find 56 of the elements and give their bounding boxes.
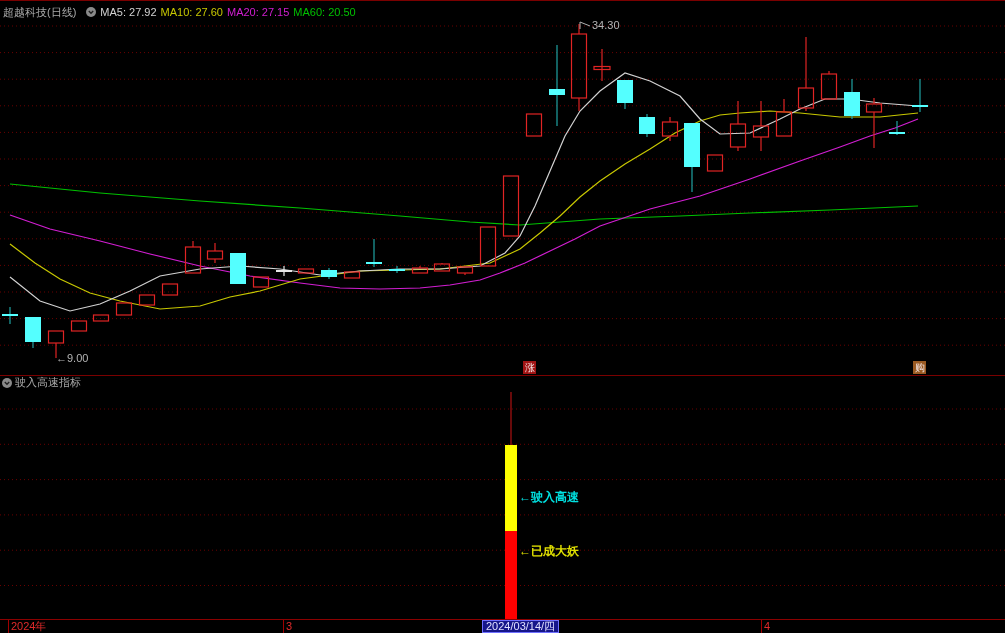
- moving-average-value: MA5: 27.92: [100, 5, 157, 19]
- candlestick: [115, 302, 133, 316]
- axis-date-label: 3: [283, 620, 293, 633]
- candlestick: [889, 120, 905, 136]
- candlestick: [230, 253, 246, 284]
- high-price-label: 34.30: [592, 19, 620, 32]
- candlestick: [366, 238, 382, 268]
- chart-title: 超越科技(日线): [3, 5, 77, 19]
- signal-marker: 购: [913, 361, 926, 374]
- candlestick: [617, 79, 633, 110]
- candlestick: [206, 242, 224, 264]
- candlestick: [184, 240, 202, 274]
- candlestick: [775, 98, 793, 137]
- axis-date-label: 2024年: [8, 620, 47, 633]
- signal-marker: 涨: [523, 361, 536, 374]
- moving-average-value: MA10: 27.60: [160, 5, 223, 19]
- candlestick: [2, 306, 18, 325]
- candlestick: [865, 97, 883, 149]
- candlestick: [820, 70, 838, 100]
- candlestick: [525, 113, 543, 137]
- candlestick: [252, 276, 270, 288]
- axis-date-label: 2024/03/14/四: [482, 620, 560, 633]
- candlestick: [844, 78, 860, 120]
- candlestick: [593, 48, 611, 82]
- candlestick: [752, 100, 770, 152]
- moving-average-value: MA20: 27.15: [226, 5, 290, 19]
- candlestick: [661, 116, 679, 142]
- indicator-title: 驶入高速指标: [15, 376, 81, 389]
- candlestick: [456, 266, 474, 276]
- leader-line: [579, 21, 591, 30]
- candlestick: [138, 294, 156, 306]
- candlestick: [411, 265, 429, 274]
- candlestick: [433, 262, 451, 272]
- candlestick: [639, 113, 655, 138]
- moving-average-value: MA60: 20.50: [293, 5, 356, 19]
- candlestick: [389, 265, 405, 274]
- candlestick: [276, 265, 292, 277]
- candlestick: [161, 283, 179, 296]
- axis-date-label: 4: [761, 620, 771, 633]
- indicator-label: ←已成大妖: [519, 544, 579, 558]
- candlestick: [729, 100, 747, 152]
- candlestick: [343, 271, 361, 279]
- candlestick: [92, 314, 110, 322]
- candlestick: [25, 316, 41, 349]
- candlestick: [706, 154, 724, 172]
- candlestick: [321, 267, 337, 280]
- candlestick: [479, 226, 497, 267]
- chevron-circle-icon[interactable]: [2, 377, 12, 388]
- candlestick: [684, 122, 700, 193]
- indicator-label: ←驶入高速: [519, 490, 579, 504]
- candlestick: [502, 175, 520, 237]
- candlestick: [912, 78, 928, 113]
- candlestick: [297, 268, 315, 274]
- low-price-label: ←9.00: [56, 352, 89, 365]
- chevron-circle-icon[interactable]: [86, 7, 97, 17]
- candlestick: [70, 320, 88, 332]
